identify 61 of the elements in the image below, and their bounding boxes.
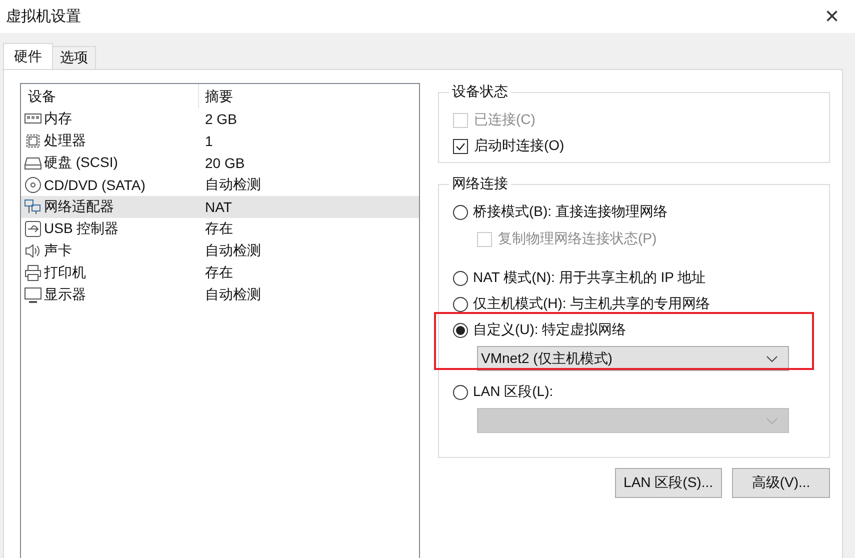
device-summary: 20 GB bbox=[204, 155, 245, 171]
monitor-icon bbox=[24, 286, 42, 304]
device-summary: 自动检测 bbox=[204, 286, 261, 304]
group-title: 设备状态 bbox=[451, 83, 509, 101]
device-row[interactable]: CD/DVD (SATA) 自动检测 bbox=[21, 174, 419, 196]
dialog-button[interactable]: 高级(V)... bbox=[732, 468, 830, 498]
device-name: 内存 bbox=[44, 110, 72, 128]
usb-icon bbox=[24, 220, 42, 238]
checkbox[interactable] bbox=[453, 138, 468, 154]
group-title: 网络连接 bbox=[451, 175, 509, 193]
caret-icon bbox=[766, 416, 778, 424]
tab[interactable]: 选项 bbox=[52, 46, 96, 69]
device-row[interactable]: 打印机 存在 bbox=[21, 262, 419, 284]
checkbox-label: 启动时连接(O) bbox=[474, 137, 564, 155]
device-name: 处理器 bbox=[44, 132, 86, 150]
device-name: USB 控制器 bbox=[44, 220, 119, 238]
window-title: 虚拟机设置 bbox=[6, 7, 81, 26]
device-row[interactable]: 网络适配器 NAT bbox=[21, 196, 419, 218]
device-summary: 自动检测 bbox=[204, 176, 261, 194]
disc-icon bbox=[24, 176, 42, 194]
radio-label: 自定义(U): 特定虚拟网络 bbox=[473, 321, 626, 339]
speaker-icon bbox=[24, 242, 42, 260]
device-row[interactable]: USB 控制器 存在 bbox=[21, 218, 419, 240]
column-header[interactable]: 设备 bbox=[21, 84, 199, 108]
device-row[interactable]: 显示器 自动检测 bbox=[21, 284, 419, 306]
device-summary: 存在 bbox=[204, 220, 233, 238]
device-row[interactable]: 硬盘 (SCSI) 20 GB bbox=[21, 152, 419, 174]
printer-icon bbox=[24, 264, 42, 282]
device-name: 硬盘 (SCSI) bbox=[44, 154, 118, 172]
device-name: 网络适配器 bbox=[44, 198, 114, 216]
device-name: 显示器 bbox=[44, 286, 86, 304]
device-summary: 自动检测 bbox=[204, 242, 261, 260]
device-name: 打印机 bbox=[44, 264, 86, 282]
device-name: CD/DVD (SATA) bbox=[44, 177, 146, 193]
device-summary: NAT bbox=[204, 199, 232, 215]
device-summary: 存在 bbox=[204, 264, 233, 282]
caret-icon bbox=[766, 354, 778, 362]
network-dropdown[interactable]: VMnet2 (仅主机模式) bbox=[477, 346, 789, 371]
radio-label: 仅主机模式(H): 与主机共享的专用网络 bbox=[473, 295, 710, 313]
checkbox-label: 复制物理网络连接状态(P) bbox=[498, 230, 657, 248]
chip-icon bbox=[24, 132, 42, 150]
radio-button[interactable] bbox=[453, 270, 468, 286]
device-name: 声卡 bbox=[44, 242, 72, 260]
radio-label: LAN 区段(L): bbox=[473, 383, 554, 401]
device-row[interactable]: 声卡 自动检测 bbox=[21, 240, 419, 262]
radio-button[interactable] bbox=[453, 204, 468, 220]
radio-button[interactable] bbox=[453, 322, 468, 338]
checkbox-label: 已连接(C) bbox=[474, 111, 536, 129]
device-summary: 1 bbox=[204, 133, 213, 149]
device-row[interactable]: 处理器 1 bbox=[21, 130, 419, 152]
dialog-button[interactable]: LAN 区段(S)... bbox=[614, 468, 722, 498]
radio-button[interactable] bbox=[453, 384, 468, 400]
close-button[interactable]: × bbox=[809, 0, 855, 33]
column-header[interactable]: 摘要 bbox=[199, 84, 233, 108]
device-summary: 2 GB bbox=[204, 111, 237, 127]
radio-button[interactable] bbox=[453, 296, 468, 312]
network-icon bbox=[24, 198, 42, 216]
radio-label: 桥接模式(B): 直接连接物理网络 bbox=[473, 203, 668, 221]
device-row[interactable]: 内存 2 GB bbox=[21, 108, 419, 130]
tab[interactable]: 硬件 bbox=[3, 43, 53, 69]
radio-label: NAT 模式(N): 用于共享主机的 IP 地址 bbox=[473, 269, 706, 287]
